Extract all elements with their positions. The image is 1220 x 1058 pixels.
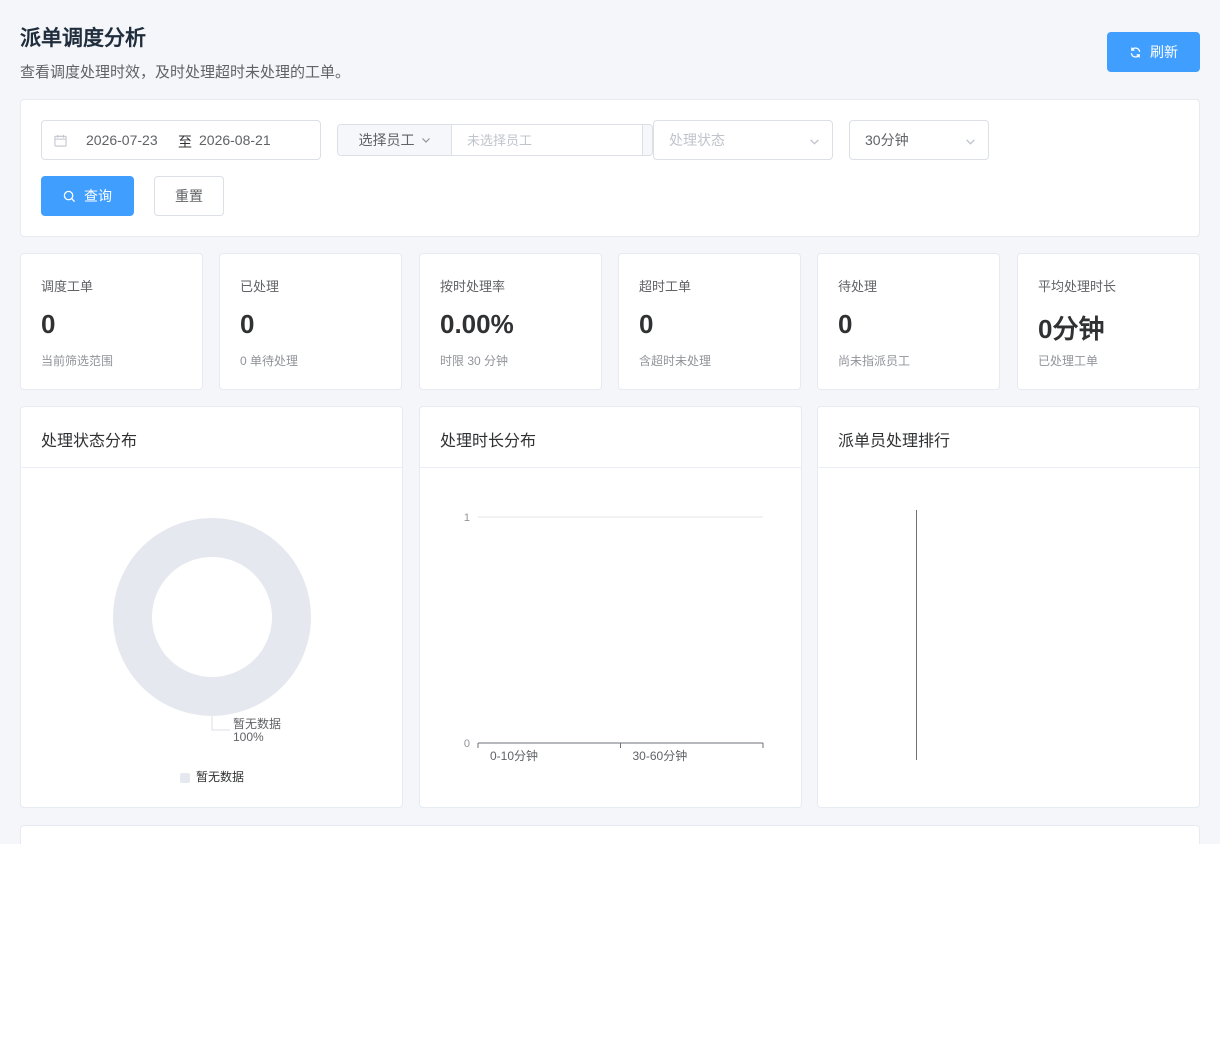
pie-slice-label: 暂无数据: [233, 716, 281, 731]
duration-distribution-card: 处理时长分布 0 1 0-10分钟 30-60分钟: [419, 406, 802, 808]
stat-value: 0: [240, 309, 255, 339]
stat-label: 调度工单: [41, 279, 94, 294]
pie-slice-percent: 100%: [233, 730, 264, 744]
pie-label-line: [211, 716, 230, 731]
chart-title: 派单员处理排行: [818, 407, 1199, 468]
refresh-button[interactable]: 刷新: [1107, 32, 1200, 72]
legend-swatch: [180, 773, 190, 783]
stat-value: 0分钟: [1038, 314, 1105, 344]
stat-value: 0: [41, 309, 56, 339]
pie-slice: [113, 518, 311, 716]
stat-card-processed: 已处理 0 0 单待处理: [219, 253, 402, 390]
chart-title: 处理时长分布: [420, 407, 801, 468]
legend-label: 暂无数据: [196, 769, 244, 784]
stat-label: 平均处理时长: [1038, 279, 1117, 294]
stat-note: 时限 30 分钟: [440, 354, 509, 368]
refresh-button-label: 刷新: [1150, 44, 1178, 60]
time-limit-select[interactable]: 30分钟: [849, 120, 989, 160]
date-range-picker[interactable]: 2026-07-23 至 2026-08-21: [41, 120, 321, 160]
chevron-down-icon: [966, 139, 975, 145]
page-subtitle: 查看调度处理时效，及时处理超时未处理的工单。: [20, 64, 351, 81]
query-button-label: 查询: [84, 188, 112, 204]
status-pie-chart: 暂无数据100%暂无数据: [113, 518, 311, 784]
calendar-icon: [54, 134, 67, 147]
stat-value: 0: [838, 309, 853, 339]
select-employee-button[interactable]: 选择员工: [338, 125, 452, 155]
stat-card-avg-duration: 平均处理时长 0分钟 已处理工单: [1017, 253, 1200, 390]
stat-note: 尚未指派员工: [838, 354, 911, 368]
detail-table-card: [20, 825, 1200, 844]
app-root: 派单调度分析 查看调度处理时效，及时处理超时未处理的工单。 刷新 2026-07…: [0, 0, 1220, 844]
status-distribution-card: 处理状态分布 暂无数据 100% 暂无数据: [20, 406, 403, 808]
y-tick-label: 0: [464, 738, 470, 750]
status-select[interactable]: 处理状态: [653, 120, 833, 160]
search-icon: [63, 190, 76, 202]
time-limit-value: 30分钟: [865, 132, 909, 148]
stat-note: 当前筛选范围: [41, 354, 114, 368]
stat-label: 已处理: [240, 279, 280, 294]
ranking-bar-chart: [916, 510, 917, 760]
stat-note: 含超时未处理: [639, 354, 712, 368]
refresh-icon: [1130, 46, 1141, 58]
page-title: 派单调度分析: [20, 27, 146, 50]
stat-label: 待处理: [838, 279, 878, 294]
y-tick-label: 1: [464, 512, 470, 524]
dispatcher-ranking-card: 派单员处理排行: [817, 406, 1200, 808]
chevron-down-icon: [810, 139, 819, 145]
x-tick-label: 0-10分钟: [490, 748, 538, 763]
employee-input[interactable]: [452, 125, 642, 155]
status-select-placeholder: 处理状态: [669, 132, 725, 148]
stat-card-ontime-rate: 按时处理率 0.00% 时限 30 分钟: [419, 253, 602, 390]
stat-note: 已处理工单: [1038, 354, 1099, 368]
stat-label: 超时工单: [639, 279, 692, 294]
stat-value: 0: [639, 309, 654, 339]
stat-card-overtime: 超时工单 0 含超时未处理: [618, 253, 801, 390]
date-end[interactable]: 2026-08-21: [199, 132, 271, 148]
employee-input-append: [642, 125, 652, 155]
chevron-down-icon: [421, 138, 430, 143]
chart-title: 处理状态分布: [21, 407, 402, 468]
date-start[interactable]: 2026-07-23: [86, 132, 158, 148]
stat-value: 0.00%: [440, 309, 514, 339]
query-button[interactable]: 查询: [41, 176, 134, 216]
stat-card-pending: 待处理 0 尚未指派员工: [817, 253, 1000, 390]
stat-card-dispatch-orders: 调度工单 0 当前筛选范围: [20, 253, 203, 390]
x-tick-label: 30-60分钟: [633, 748, 688, 763]
stat-label: 按时处理率: [440, 279, 506, 294]
employee-selector: 选择员工: [337, 124, 653, 156]
select-employee-label: 选择员工: [358, 132, 415, 148]
stat-note: 0 单待处理: [240, 354, 299, 368]
filter-panel: 2026-07-23 至 2026-08-21 选择员工 处理状态 30分钟 查…: [20, 99, 1200, 237]
reset-button[interactable]: 重置: [154, 176, 224, 216]
date-separator: 至: [178, 134, 192, 150]
duration-bar-chart: 0 1 0-10分钟 30-60分钟: [464, 512, 764, 763]
